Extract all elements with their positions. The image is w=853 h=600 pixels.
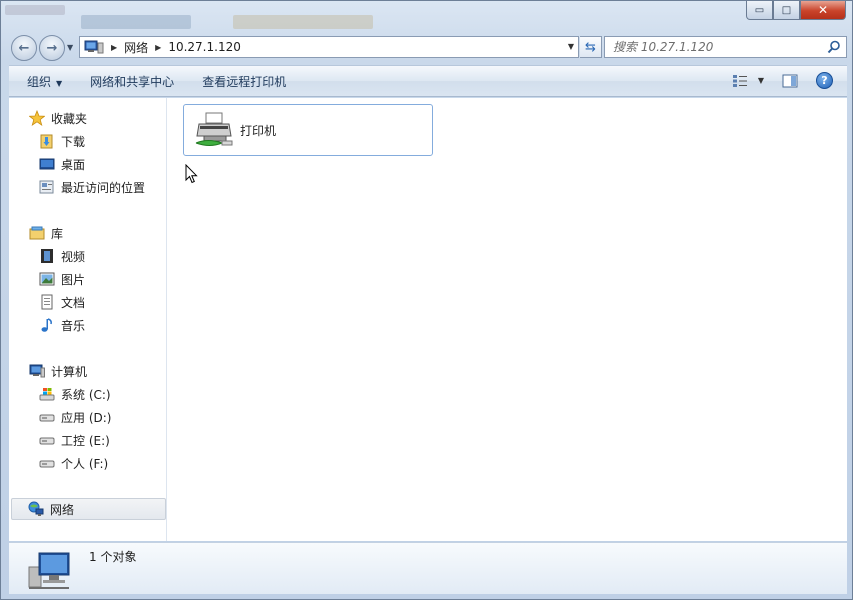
item-count: 1 个对象 xyxy=(89,550,137,564)
forward-arrow-icon: → xyxy=(46,40,58,56)
nav-item-desktop[interactable]: 桌面 xyxy=(39,154,85,174)
network-sharing-center-button[interactable]: 网络和共享中心 xyxy=(90,73,174,90)
back-button[interactable]: ← xyxy=(11,35,37,61)
dropdown-arrow-icon: ▼ xyxy=(56,78,63,88)
nav-item-drive-f[interactable]: 个人 (F:) xyxy=(39,453,108,473)
hard-drive-icon xyxy=(39,437,55,445)
caption-buttons: ▭ □ ✕ xyxy=(746,1,846,21)
shared-printer-item[interactable]: 打印机 xyxy=(183,104,433,156)
recent-places-icon xyxy=(39,180,54,194)
organize-menu[interactable]: 组织 ▼ xyxy=(27,73,62,90)
nav-item-drive-d[interactable]: 应用 (D:) xyxy=(39,407,111,427)
minimize-button[interactable]: ▭ xyxy=(746,1,773,20)
nav-item-recent-places[interactable]: 最近访问的位置 xyxy=(39,177,145,197)
nav-favorites[interactable]: 收藏夹 xyxy=(29,108,87,128)
hard-drive-icon xyxy=(39,460,55,468)
downloads-folder-icon xyxy=(40,134,53,149)
nav-item-drive-c[interactable]: 系统 (C:) xyxy=(39,384,111,404)
view-options-dropdown[interactable]: ▼ xyxy=(758,76,764,85)
pictures-library-icon xyxy=(39,272,55,286)
search-input[interactable] xyxy=(613,40,823,54)
documents-library-icon xyxy=(41,294,53,310)
recent-pages-dropdown[interactable]: ▼ xyxy=(67,43,73,52)
computer-icon xyxy=(29,364,45,378)
system-drive-icon xyxy=(39,388,55,401)
help-icon[interactable]: ? xyxy=(816,72,833,89)
nav-network[interactable]: 网络 xyxy=(11,498,166,520)
main-area: 收藏夹 下载 桌面 最近访问的位置 库 视频 图片 文档 音乐 计算机 系统 (… xyxy=(9,98,847,541)
refresh-button[interactable]: ⇆ xyxy=(580,36,602,58)
nav-item-videos[interactable]: 视频 xyxy=(39,246,85,266)
mouse-cursor-icon xyxy=(185,164,198,184)
network-computer-icon xyxy=(84,40,104,54)
music-library-icon xyxy=(41,318,52,332)
navigation-pane: 收藏夹 下载 桌面 最近访问的位置 库 视频 图片 文档 音乐 计算机 系统 (… xyxy=(9,98,167,541)
view-controls: ▼ ? xyxy=(732,72,833,89)
star-icon xyxy=(29,110,45,126)
view-remote-printers-button[interactable]: 查看远程打印机 xyxy=(202,73,286,90)
refresh-icon: ⇆ xyxy=(585,39,596,55)
nav-item-documents[interactable]: 文档 xyxy=(39,292,85,312)
network-computer-large-icon xyxy=(28,552,70,589)
breadcrumb-host[interactable]: 10.27.1.120 xyxy=(168,40,241,54)
nav-item-music[interactable]: 音乐 xyxy=(39,315,85,335)
breadcrumb-network[interactable]: 网络 xyxy=(124,39,148,56)
breadcrumb-separator-icon[interactable]: ▶ xyxy=(155,43,161,52)
nav-item-drive-e[interactable]: 工控 (E:) xyxy=(39,430,110,450)
nav-libraries[interactable]: 库 xyxy=(29,223,63,243)
shared-printer-icon xyxy=(195,112,233,146)
back-arrow-icon: ← xyxy=(18,40,30,56)
breadcrumb-separator-icon[interactable]: ▶ xyxy=(111,43,117,52)
nav-computer[interactable]: 计算机 xyxy=(29,361,87,381)
address-bar[interactable]: ▶ 网络 ▶ 10.27.1.120 ▼ xyxy=(79,36,579,58)
search-icon[interactable] xyxy=(827,40,841,54)
file-list: 打印机 xyxy=(168,98,847,541)
close-button[interactable]: ✕ xyxy=(800,1,846,20)
video-library-icon xyxy=(41,249,53,263)
library-icon xyxy=(29,226,45,240)
preview-pane-icon[interactable] xyxy=(782,74,798,88)
command-bar: 组织 ▼ 网络和共享中心 查看远程打印机 ▼ ? xyxy=(9,65,847,97)
explorer-window: ▭ □ ✕ ← → ▼ ▶ 网络 ▶ 10.27.1.120 ▼ ⇆ 搜索 10… xyxy=(0,0,853,600)
address-dropdown-icon[interactable]: ▼ xyxy=(568,42,574,51)
desktop-icon xyxy=(39,158,55,170)
network-globe-icon xyxy=(28,501,44,516)
background-window-strip xyxy=(1,1,731,33)
maximize-button[interactable]: □ xyxy=(773,1,800,20)
change-view-icon[interactable] xyxy=(732,74,748,88)
search-box[interactable] xyxy=(604,36,847,58)
details-pane: 1 个对象 xyxy=(9,542,847,594)
forward-button[interactable]: → xyxy=(39,35,65,61)
nav-item-downloads[interactable]: 下载 xyxy=(39,131,85,151)
hard-drive-icon xyxy=(39,414,55,422)
nav-item-pictures[interactable]: 图片 xyxy=(39,269,85,289)
item-label: 打印机 xyxy=(240,123,277,138)
navigation-bar: ← → ▼ ▶ 网络 ▶ 10.27.1.120 ▼ ⇆ xyxy=(9,33,847,61)
